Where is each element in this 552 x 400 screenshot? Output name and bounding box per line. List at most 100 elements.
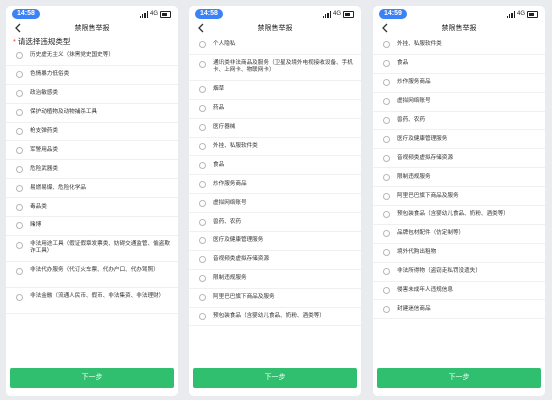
radio-button[interactable] <box>199 294 206 302</box>
radio-button[interactable] <box>199 237 206 245</box>
radio-button[interactable] <box>16 267 23 275</box>
option-label: 通讯类非法商品及服务（卫星及境外电视接收设备、手机卡、上网卡、物联网卡） <box>213 59 353 73</box>
option-item[interactable]: 预包装食品（含婴幼儿食品、奶粉、酒类等） <box>373 206 545 225</box>
option-label: 外挂、私服软件类 <box>397 41 442 48</box>
radio-button[interactable] <box>383 230 390 238</box>
radio-button[interactable] <box>199 60 206 68</box>
option-label: 非法代办服务（代订火车票、代办户口、代办驾照） <box>30 266 159 273</box>
radio-button[interactable] <box>16 241 23 249</box>
option-item[interactable]: 赌博 <box>6 217 178 236</box>
radio-button[interactable] <box>199 124 206 132</box>
option-item[interactable]: 医疗器械 <box>189 119 361 138</box>
option-item[interactable]: 限制违规服务 <box>189 270 361 289</box>
radio-button[interactable] <box>16 90 23 98</box>
option-item[interactable]: 保护动植物及动物捕杀工具 <box>6 104 178 123</box>
option-label: 炒作服务商品 <box>213 180 247 187</box>
radio-button[interactable] <box>383 98 390 106</box>
option-item[interactable]: 阿里巴巴旗下商品及服务 <box>373 187 545 207</box>
radio-button[interactable] <box>383 211 390 219</box>
option-item[interactable]: 政治敏感类 <box>6 85 178 104</box>
option-item[interactable]: 限制违规服务 <box>373 168 545 188</box>
option-item[interactable]: 医疗及健康管理服务 <box>189 232 361 251</box>
radio-button[interactable] <box>383 41 390 49</box>
radio-button[interactable] <box>199 275 206 283</box>
option-item[interactable]: 枪支弹药类 <box>6 123 178 142</box>
radio-button[interactable] <box>199 161 206 169</box>
option-item[interactable]: 个人隐私 <box>189 36 361 55</box>
radio-button[interactable] <box>383 117 390 124</box>
radio-button[interactable] <box>16 71 23 79</box>
radio-button[interactable] <box>16 222 23 230</box>
radio-button[interactable] <box>383 249 390 257</box>
option-label: 品牌包材配件（仿定制等） <box>397 230 465 237</box>
option-item[interactable]: 色情暴力低俗类 <box>6 66 178 85</box>
option-item[interactable]: 品牌包材配件（仿定制等） <box>373 225 545 244</box>
option-item[interactable]: 历史虚无主义（抹黑党史国史等） <box>6 47 178 66</box>
radio-button[interactable] <box>16 184 23 192</box>
screen-3: 14:59 4G 禁限售举报 外挂、私服软件类 食品 炒作服务商品 虚拟网络账号… <box>373 6 545 396</box>
option-item[interactable]: 虚拟网络账号 <box>189 194 361 214</box>
radio-button[interactable] <box>199 199 206 207</box>
option-item[interactable]: 非法金融（流通人民币、假币、非法集资、非法理财） <box>6 288 178 314</box>
radio-button[interactable] <box>383 192 390 200</box>
radio-button[interactable] <box>199 256 206 264</box>
radio-button[interactable] <box>16 293 23 301</box>
radio-button[interactable] <box>16 52 23 60</box>
option-item[interactable]: 医疗及健康管理服务 <box>373 130 545 150</box>
option-item[interactable]: 音视频类虚拟存储资源 <box>373 149 545 169</box>
option-label: 音视频类虚拟存储资源 <box>397 154 453 161</box>
option-item[interactable]: 兽药、农药 <box>189 213 361 233</box>
option-item[interactable]: 预包装食品（含婴幼儿食品、奶粉、酒类等） <box>189 308 361 327</box>
option-item[interactable]: 兽药、农药 <box>373 112 545 131</box>
radio-button[interactable] <box>199 41 206 49</box>
option-item[interactable]: 非法所得物（盗窃走私罚没遗失） <box>373 263 545 282</box>
radio-button[interactable] <box>383 305 390 313</box>
option-item[interactable]: 非法代办服务（代订火车票、代办户口、代办驾照） <box>6 262 178 288</box>
radio-button[interactable] <box>16 165 23 173</box>
option-item[interactable]: 炒作服务商品 <box>189 175 361 195</box>
option-item[interactable]: 军警用品类 <box>6 141 178 161</box>
option-item[interactable]: 炒作服务商品 <box>373 74 545 93</box>
radio-button[interactable] <box>16 128 23 135</box>
radio-button[interactable] <box>383 60 390 68</box>
radio-button[interactable] <box>199 143 206 150</box>
option-item[interactable]: 虚拟网络账号 <box>373 93 545 112</box>
network-label: 4G <box>149 11 158 17</box>
radio-button[interactable] <box>199 218 206 226</box>
next-button[interactable]: 下一步 <box>10 368 174 388</box>
option-item[interactable]: 食品 <box>189 156 361 176</box>
radio-button[interactable] <box>383 287 390 295</box>
option-item[interactable]: 通讯类非法商品及服务（卫星及境外电视接收设备、手机卡、上网卡、物联网卡） <box>189 55 361 81</box>
radio-button[interactable] <box>16 203 23 211</box>
option-item[interactable]: 外挂、私服软件类 <box>373 36 545 55</box>
radio-button[interactable] <box>16 109 23 117</box>
radio-button[interactable] <box>199 86 206 94</box>
next-button[interactable]: 下一步 <box>377 368 541 388</box>
option-item[interactable]: 侵害未成年人违规信息 <box>373 282 545 301</box>
option-item[interactable]: 外挂、私服软件类 <box>189 138 361 157</box>
radio-button[interactable] <box>383 173 390 181</box>
radio-button[interactable] <box>383 154 390 162</box>
option-label: 医疗器械 <box>213 124 236 131</box>
option-item[interactable]: 危险武器类 <box>6 160 178 180</box>
option-label: 非法用途工具（假证假章发票类、妨碍交通监管、偷盗欺诈工具） <box>30 240 170 254</box>
option-item[interactable]: 封建迷信商品 <box>373 300 545 320</box>
option-item[interactable]: 药品 <box>189 100 361 119</box>
option-item[interactable]: 毒品类 <box>6 198 178 218</box>
radio-button[interactable] <box>383 135 390 143</box>
option-item[interactable]: 境外代购出租物 <box>373 244 545 263</box>
option-item[interactable]: 烟草 <box>189 81 361 100</box>
radio-button[interactable] <box>199 180 206 188</box>
radio-button[interactable] <box>383 268 390 276</box>
radio-button[interactable] <box>199 105 206 113</box>
radio-button[interactable] <box>16 146 23 154</box>
option-item[interactable]: 音视频类虚拟存储资源 <box>189 251 361 270</box>
radio-button[interactable] <box>383 79 390 87</box>
option-item[interactable]: 易燃易爆、危险化学品 <box>6 179 178 199</box>
option-item[interactable]: 食品 <box>373 55 545 74</box>
next-button[interactable]: 下一步 <box>193 368 357 388</box>
option-item[interactable]: 非法用途工具（假证假章发票类、妨碍交通监管、偷盗欺诈工具） <box>6 236 178 262</box>
radio-button[interactable] <box>199 313 206 321</box>
option-label: 医疗及健康管理服务 <box>213 237 264 244</box>
option-item[interactable]: 阿里巴巴旗下商品及服务 <box>189 289 361 308</box>
